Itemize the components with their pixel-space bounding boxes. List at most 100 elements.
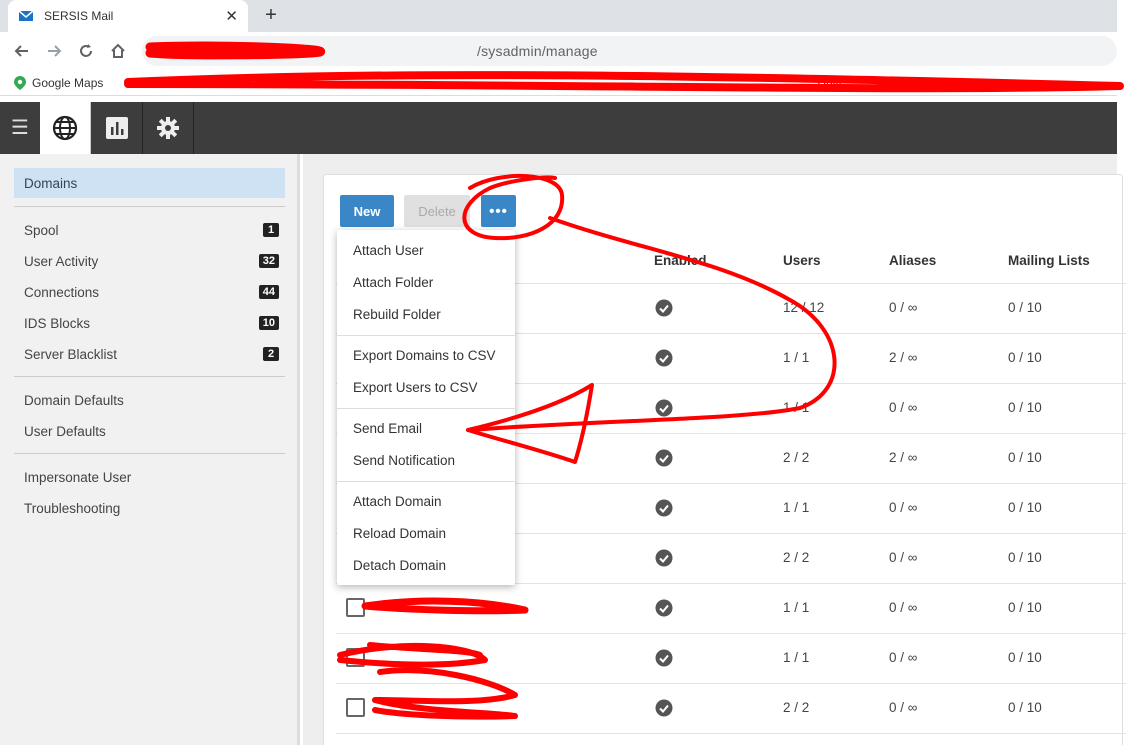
sidebar-item-label: Troubleshooting xyxy=(24,500,121,516)
enabled-check-icon xyxy=(655,449,673,467)
close-icon[interactable]: ✕ xyxy=(225,7,238,25)
tab-reports[interactable] xyxy=(92,102,143,154)
menu-item-export-users[interactable]: Export Users to CSV xyxy=(337,372,515,402)
sidebar-item-domain-defaults[interactable]: Domain Defaults xyxy=(14,385,285,415)
sidebar-item-spool[interactable]: Spool 1 xyxy=(14,215,285,245)
menu-item-attach-user[interactable]: Attach User xyxy=(337,235,515,265)
sidebar-item-troubleshooting[interactable]: Troubleshooting xyxy=(14,493,285,523)
menu-item-attach-domain[interactable]: Attach Domain xyxy=(337,486,515,516)
cell-aliases: 0 / ∞ xyxy=(889,600,918,615)
sidebar-item-label: Impersonate User xyxy=(24,469,132,485)
cell-lists: 0 / 10 xyxy=(1008,500,1042,515)
new-button[interactable]: New xyxy=(340,195,394,227)
enabled-check-icon xyxy=(655,349,673,367)
cell-users: 1 / 1 xyxy=(783,500,810,515)
cell-users: 1 / 1 xyxy=(783,650,810,665)
cell-users: 2 / 2 xyxy=(783,550,810,565)
sidebar-item-label: Server Blacklist xyxy=(24,346,118,362)
sidebar-item-label: Domains xyxy=(24,175,78,191)
tab-domains[interactable] xyxy=(40,102,91,154)
column-header-aliases[interactable]: Aliases xyxy=(889,253,936,268)
cell-aliases: 0 / ∞ xyxy=(889,650,918,665)
sidebar-item-label: Domain Defaults xyxy=(24,392,124,408)
count-badge: 10 xyxy=(258,316,279,330)
menu-item-reload-domain[interactable]: Reload Domain xyxy=(337,518,515,548)
back-icon[interactable] xyxy=(6,35,38,67)
browser-toolbar: /sysadmin/manage xyxy=(0,32,1117,70)
cell-users: 2 / 2 xyxy=(783,700,810,715)
column-header-users[interactable]: Users xyxy=(783,253,821,268)
sidebar-item-user-defaults[interactable]: User Defaults xyxy=(14,416,285,446)
row-divider xyxy=(336,733,1126,734)
enabled-check-icon xyxy=(655,699,673,717)
enabled-check-icon xyxy=(655,499,673,517)
cell-users: 12 / 12 xyxy=(783,300,825,315)
row-checkbox[interactable] xyxy=(346,598,365,617)
cell-lists: 0 / 10 xyxy=(1008,700,1042,715)
sidebar-item-connections[interactable]: Connections 44 xyxy=(14,277,285,307)
column-header-enabled[interactable]: Enabled xyxy=(654,253,707,268)
enabled-check-icon xyxy=(655,399,673,417)
enabled-check-icon xyxy=(655,299,673,317)
column-header-mailing-lists[interactable]: Mailing Lists xyxy=(1008,253,1090,268)
cell-users: 2 / 2 xyxy=(783,450,810,465)
cell-aliases: 0 / ∞ xyxy=(889,700,918,715)
menu-divider xyxy=(337,408,515,409)
menu-item-export-domains[interactable]: Export Domains to CSV xyxy=(337,340,515,370)
enabled-check-icon xyxy=(655,649,673,667)
tab-title: SERSIS Mail xyxy=(44,9,114,23)
bookmark-label: Google Maps xyxy=(32,75,104,90)
hamburger-menu-icon[interactable]: ☰ xyxy=(8,116,32,140)
app-header: ☰ xyxy=(0,102,1117,154)
row-checkbox[interactable] xyxy=(346,648,365,667)
sidebar-item-label: Connections xyxy=(24,284,100,300)
tab-settings[interactable] xyxy=(143,102,194,154)
delete-button[interactable]: Delete xyxy=(404,195,470,227)
divider xyxy=(14,453,285,454)
row-checkbox[interactable] xyxy=(346,698,365,717)
globe-icon xyxy=(52,115,78,141)
address-bar[interactable]: /sysadmin/manage xyxy=(142,36,1117,66)
sidebar-item-label: Spool xyxy=(24,222,59,238)
reload-icon[interactable] xyxy=(70,35,102,67)
sidebar-item-ids-blocks[interactable]: IDS Blocks 10 xyxy=(14,308,285,338)
bookmark-google-maps[interactable]: Google Maps xyxy=(14,75,104,90)
cell-aliases: 0 / ∞ xyxy=(889,500,918,515)
cell-lists: 0 / 10 xyxy=(1008,400,1042,415)
sidebar-item-domains[interactable]: Domains xyxy=(14,168,285,198)
cell-aliases: 0 / ∞ xyxy=(889,550,918,565)
divider xyxy=(14,376,285,377)
sidebar: Domains Spool 1 User Activity 32 Connectio… xyxy=(0,154,300,745)
cell-users: 1 / 1 xyxy=(783,350,810,365)
new-tab-button[interactable]: + xyxy=(260,4,282,26)
sidebar-item-impersonate-user[interactable]: Impersonate User xyxy=(14,462,285,492)
menu-item-detach-domain[interactable]: Detach Domain xyxy=(337,550,515,580)
menu-item-send-email[interactable]: Send Email xyxy=(337,413,515,443)
more-actions-button[interactable]: ••• xyxy=(481,195,516,227)
cell-lists: 0 / 10 xyxy=(1008,600,1042,615)
bookmark-unifi[interactable]: Unifi xyxy=(817,76,841,90)
sidebar-item-user-activity[interactable]: User Activity 32 xyxy=(14,246,285,276)
bookmarks-bar: Google Maps Unifi xyxy=(0,70,1117,96)
cell-lists: 0 / 10 xyxy=(1008,650,1042,665)
browser-tabstrip: SERSIS Mail ✕ + xyxy=(0,0,1117,32)
forward-icon[interactable] xyxy=(38,35,70,67)
cell-aliases: 2 / ∞ xyxy=(889,350,918,365)
cell-users: 1 / 1 xyxy=(783,600,810,615)
row-divider xyxy=(336,633,1126,634)
menu-item-rebuild-folder[interactable]: Rebuild Folder xyxy=(337,299,515,329)
count-badge: 1 xyxy=(263,223,279,237)
cell-aliases: 0 / ∞ xyxy=(889,400,918,415)
cell-lists: 0 / 10 xyxy=(1008,300,1042,315)
browser-tab[interactable]: SERSIS Mail ✕ xyxy=(8,0,248,32)
url-text: /sysadmin/manage xyxy=(477,43,598,59)
menu-item-send-notification[interactable]: Send Notification xyxy=(337,445,515,475)
sidebar-item-label: User Defaults xyxy=(24,423,106,439)
row-divider xyxy=(336,683,1126,684)
cell-aliases: 0 / ∞ xyxy=(889,300,918,315)
cell-lists: 0 / 10 xyxy=(1008,550,1042,565)
home-icon[interactable] xyxy=(102,35,134,67)
menu-item-attach-folder[interactable]: Attach Folder xyxy=(337,267,515,297)
sidebar-item-label: IDS Blocks xyxy=(24,315,91,331)
sidebar-item-server-blacklist[interactable]: Server Blacklist 2 xyxy=(14,339,285,369)
